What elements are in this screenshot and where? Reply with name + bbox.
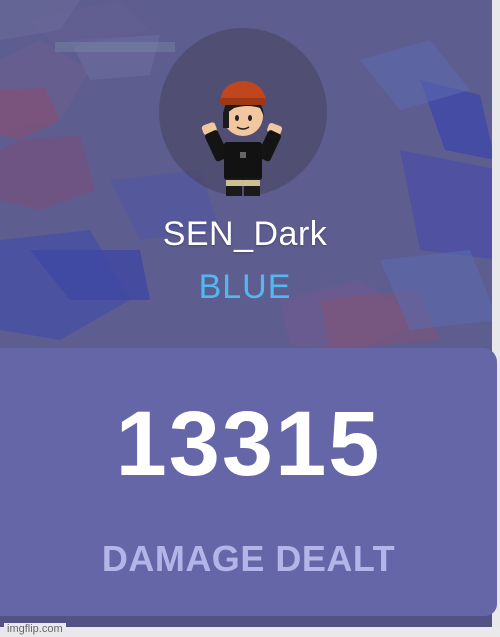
player-avatar-icon — [201, 81, 283, 196]
match-summary-screen: SEN_Dark BLUE 13315 DAMAGE DEALT imgflip… — [0, 0, 500, 637]
damage-label: DAMAGE DEALT — [101, 538, 396, 579]
player-name: SEN_Dark — [162, 215, 328, 253]
damage-value: 13315 — [115, 393, 382, 495]
watermark-text: imgflip.com — [4, 623, 66, 635]
team-label: BLUE — [198, 268, 292, 306]
bottom-edge-strip — [0, 627, 500, 637]
